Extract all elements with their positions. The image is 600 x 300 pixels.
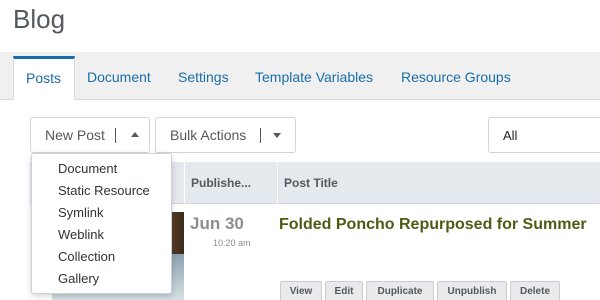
bulk-actions-button[interactable]: Bulk Actions [155,117,296,153]
tab-settings[interactable]: Settings [178,69,229,85]
menu-item-static-resource[interactable]: Static Resource [58,183,150,198]
new-post-label: New Post [45,127,105,143]
menu-item-document[interactable]: Document [58,161,117,176]
tab-document[interactable]: Document [87,69,151,85]
publish-date: Jun 30 [190,214,244,233]
bulk-actions-label: Bulk Actions [170,127,247,143]
view-button[interactable]: View [280,281,322,300]
button-separator [260,128,261,143]
column-header-published[interactable]: Publishe... [191,176,251,190]
caret-down-icon[interactable] [273,133,281,138]
button-separator [115,128,116,143]
duplicate-button[interactable]: Duplicate [366,281,434,300]
new-post-dropdown-menu: Document Static Resource Symlink Weblink… [31,153,172,294]
unpublish-button[interactable]: Unpublish [437,281,507,300]
delete-button[interactable]: Delete [510,281,560,300]
post-title-link[interactable]: Folded Poncho Repurposed for Summer [279,216,587,234]
publish-time: 10:20 am [213,238,251,248]
page-title: Blog [13,4,66,34]
new-post-button[interactable]: New Post [30,117,150,153]
menu-item-collection[interactable]: Collection [58,249,115,264]
tab-resource-groups[interactable]: Resource Groups [401,69,511,85]
edit-button[interactable]: Edit [325,281,363,300]
tab-bar: Posts Document Settings Template Variabl… [0,52,600,101]
tab-posts[interactable]: Posts [13,56,75,101]
column-header-post-title[interactable]: Post Title [284,176,338,190]
page-header: Blog [0,0,600,52]
menu-item-weblink[interactable]: Weblink [58,227,104,242]
filter-select[interactable]: All [488,117,600,153]
menu-item-gallery[interactable]: Gallery [58,271,99,286]
column-divider [277,162,278,204]
column-divider [184,162,185,204]
tab-template-variables[interactable]: Template Variables [255,69,373,85]
menu-item-symlink[interactable]: Symlink [58,205,104,220]
caret-up-icon[interactable] [131,132,139,137]
